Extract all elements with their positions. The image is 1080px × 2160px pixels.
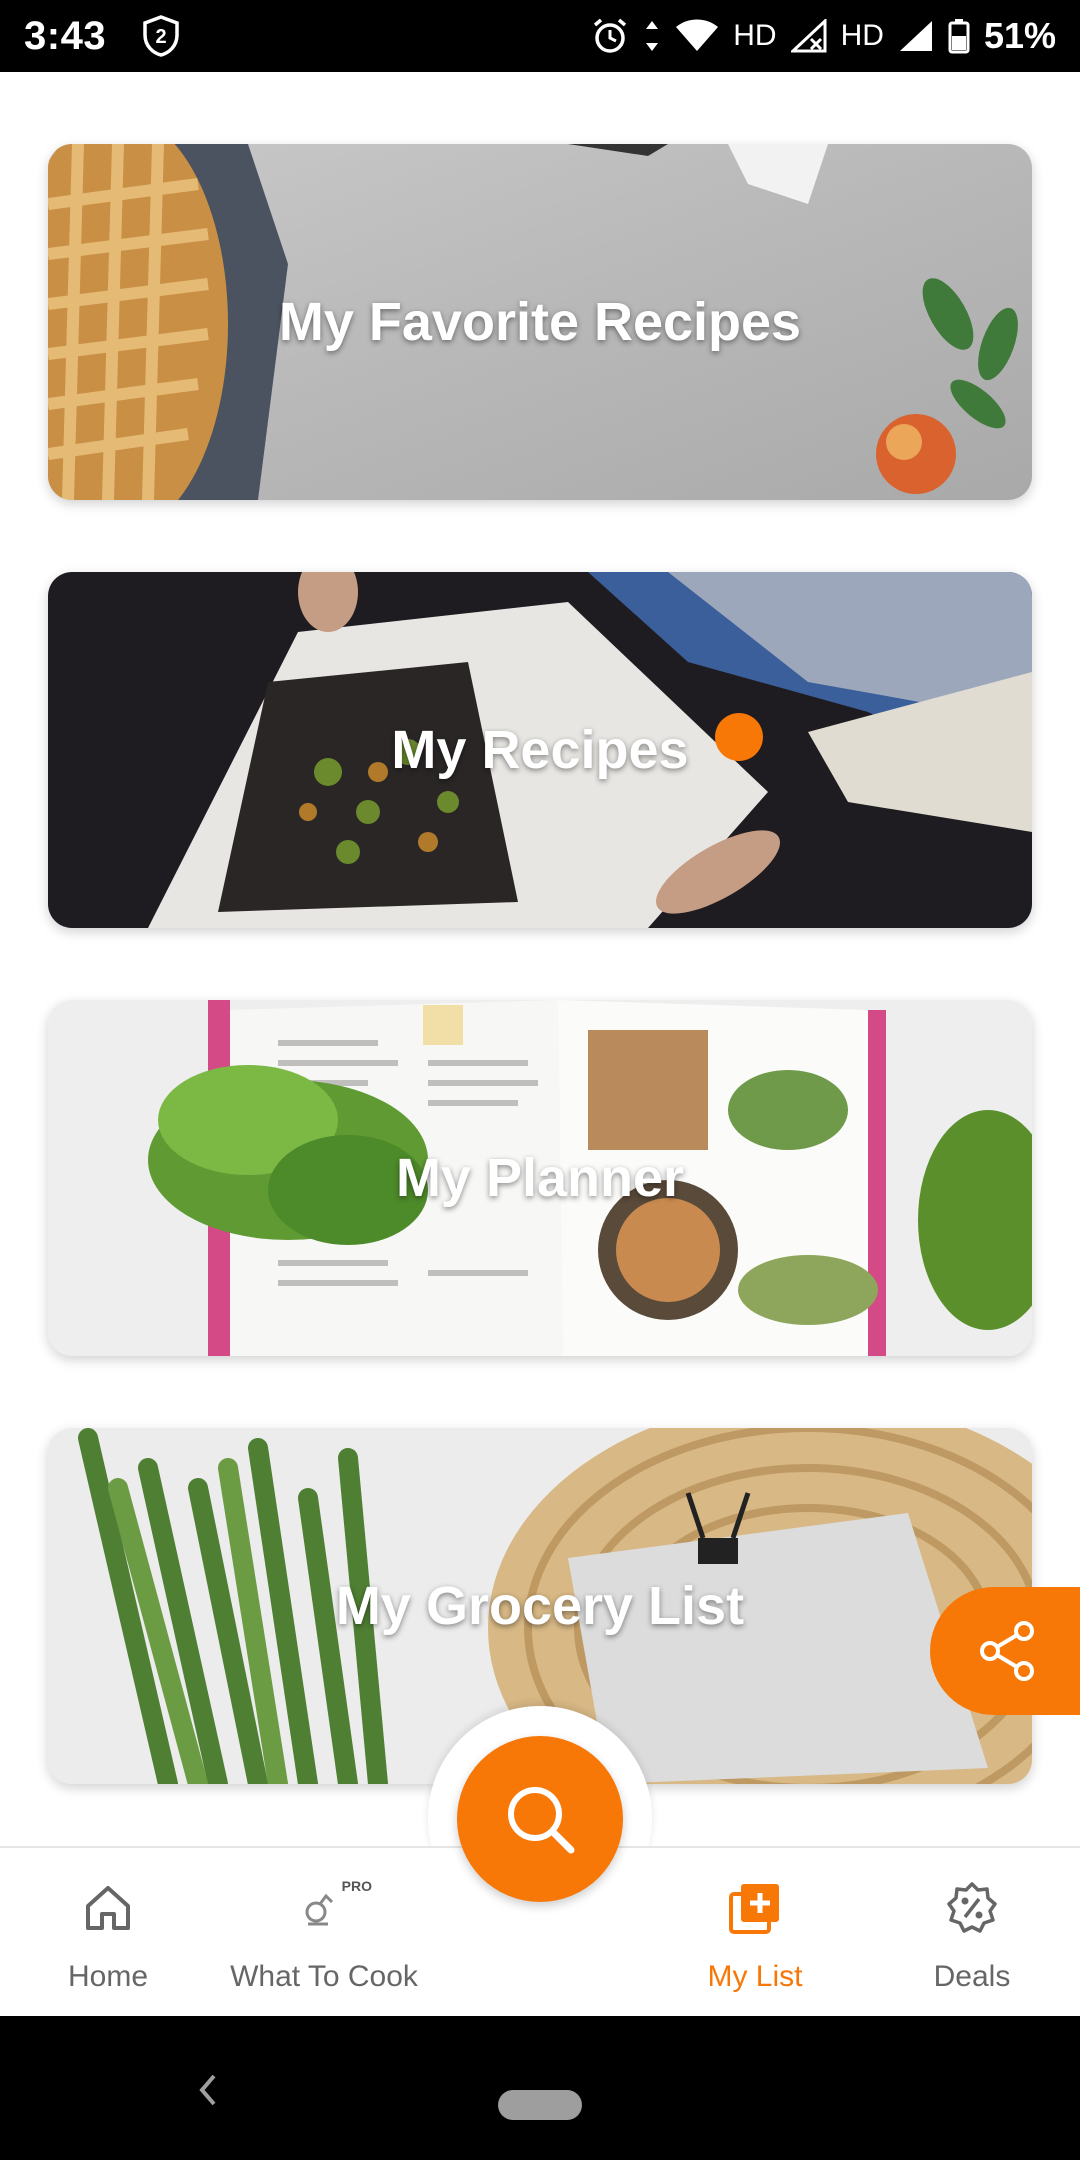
my-recipes-card[interactable]: My Recipes bbox=[48, 572, 1032, 928]
status-time: 3:43 bbox=[24, 13, 107, 58]
search-button[interactable] bbox=[457, 1736, 623, 1902]
data-arrows-icon bbox=[646, 21, 659, 51]
card-title: My Favorite Recipes bbox=[278, 292, 802, 352]
pro-badge: PRO bbox=[341, 1878, 372, 1894]
home-icon bbox=[82, 1876, 134, 1940]
status-bar: 3:43 2 HD HD 51% bbox=[0, 0, 1080, 72]
home-pill-button[interactable] bbox=[498, 2090, 582, 2120]
collections-list: My Favorite Recipes My Recipes My Planne… bbox=[0, 72, 1080, 1848]
what-to-cook-pro-icon: PRO bbox=[298, 1876, 372, 1940]
add-list-icon bbox=[727, 1876, 783, 1940]
battery-percent: 51% bbox=[983, 15, 1056, 56]
nav-deals[interactable]: Deals bbox=[872, 1876, 1072, 1994]
share-button[interactable] bbox=[930, 1587, 1080, 1715]
notification-shield-icon: 2 bbox=[142, 15, 180, 57]
signal-icon-2 bbox=[899, 21, 932, 51]
notification-badge-count: 2 bbox=[156, 26, 167, 48]
new-item-dot bbox=[715, 713, 763, 761]
card-title: My Planner bbox=[395, 1148, 685, 1208]
nav-what-to-cook[interactable]: PRO What To Cook bbox=[224, 1876, 424, 1994]
share-icon bbox=[980, 1621, 1034, 1681]
search-icon bbox=[508, 1787, 575, 1854]
hd-label-2: HD bbox=[840, 19, 884, 52]
back-icon[interactable] bbox=[196, 2072, 220, 2108]
signal-icon-1 bbox=[790, 19, 827, 53]
my-planner-card[interactable]: My Planner bbox=[48, 1000, 1032, 1356]
hd-label-1: HD bbox=[733, 19, 777, 52]
favorite-recipes-card[interactable]: My Favorite Recipes bbox=[48, 144, 1032, 500]
nav-home[interactable]: Home bbox=[8, 1876, 208, 1994]
nav-home-label: Home bbox=[67, 1960, 149, 1993]
system-navigation-bar bbox=[0, 2016, 1080, 2160]
status-icons: HD HD 51% bbox=[591, 15, 1056, 57]
nav-what-to-cook-label: What To Cook bbox=[230, 1960, 418, 1993]
card-title: My Recipes bbox=[391, 720, 689, 780]
wifi-icon bbox=[676, 19, 719, 51]
battery-icon bbox=[948, 19, 970, 54]
nav-my-list[interactable]: My List bbox=[655, 1876, 855, 1994]
alarm-icon bbox=[594, 18, 627, 53]
nav-deals-label: Deals bbox=[933, 1960, 1011, 1993]
nav-my-list-label: My List bbox=[707, 1960, 803, 1993]
deals-badge-icon bbox=[945, 1876, 999, 1940]
